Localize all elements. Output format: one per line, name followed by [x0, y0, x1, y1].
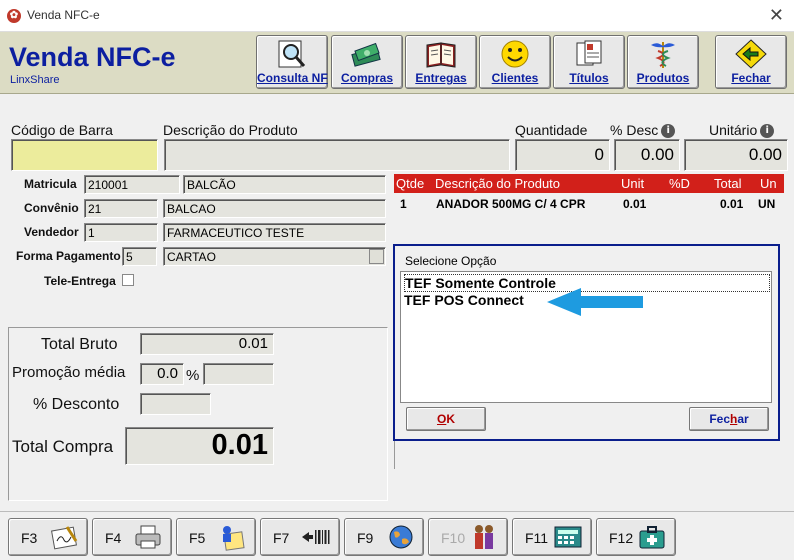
- app-subtitle: LinxShare: [10, 74, 60, 86]
- fechar-button[interactable]: Fechar: [715, 35, 787, 89]
- compras-button[interactable]: Compras: [331, 35, 403, 89]
- f12-button[interactable]: F12: [596, 518, 676, 556]
- vendedor-label: Vendedor: [24, 225, 79, 239]
- options-list[interactable]: TEF Somente Controle TEF POS Connect: [400, 271, 772, 403]
- pagamento-name-field: CARTAO: [163, 247, 386, 266]
- quantity-label: Quantidade: [515, 122, 588, 138]
- matricula-code-field[interactable]: 210001: [84, 175, 180, 194]
- pointer-arrow-icon: [547, 288, 643, 316]
- f5-button[interactable]: F5: [176, 518, 256, 556]
- first-aid-icon: [639, 526, 665, 549]
- col-desconto: %D: [669, 176, 690, 191]
- window-titlebar: ✿ Venda NFC-e ✕: [0, 0, 794, 32]
- matricula-label: Matricula: [24, 177, 77, 191]
- barcode-label: Código de Barra: [11, 122, 113, 138]
- smiley-icon: [501, 40, 529, 68]
- signature-icon: [51, 526, 78, 550]
- header-panel: Venda NFC-e LinxShare Consulta NF Compra…: [0, 32, 794, 94]
- discount-input[interactable]: 0.00: [614, 139, 680, 171]
- col-total: Total: [714, 176, 742, 191]
- app-icon: ✿: [7, 9, 21, 23]
- pagamento-lookup-button[interactable]: [369, 249, 384, 264]
- tele-entrega-label: Tele-Entrega: [44, 274, 116, 288]
- titulos-button[interactable]: Títulos: [553, 35, 625, 89]
- tele-entrega-checkbox[interactable]: [122, 274, 134, 286]
- documents-icon: [576, 40, 602, 66]
- close-icon[interactable]: ✕: [769, 5, 784, 26]
- total-compra-field: 0.01: [125, 427, 274, 465]
- app-title: Venda NFC-e: [9, 42, 176, 72]
- option-tef-pos-connect[interactable]: TEF POS Connect: [404, 292, 524, 308]
- f10-button[interactable]: F10: [428, 518, 508, 556]
- entregas-button[interactable]: Entregas: [405, 35, 477, 89]
- f11-button[interactable]: F11: [512, 518, 592, 556]
- forma-pagamento-label: Forma Pagamento: [16, 249, 121, 263]
- table-row[interactable]: 1 ANADOR 500MG C/ 4 CPR 0.01 0.01 UN: [394, 196, 784, 212]
- book-icon: [426, 42, 456, 68]
- grid-divider: [394, 441, 395, 469]
- printer-icon: [135, 525, 161, 549]
- unit-price-label: Unitário i: [709, 122, 775, 139]
- barcode-arrow-icon: [302, 530, 330, 544]
- f4-button[interactable]: F4: [92, 518, 172, 556]
- discount-label: % Desc i: [610, 122, 676, 139]
- col-un: Un: [760, 176, 777, 191]
- f9-button[interactable]: F9: [344, 518, 424, 556]
- description-input[interactable]: [164, 139, 510, 171]
- window-title: Venda NFC-e: [27, 8, 100, 22]
- promocao-label: Promoção média: [12, 364, 126, 381]
- f7-button[interactable]: F7: [260, 518, 340, 556]
- fechar-dialog-button[interactable]: Fechar: [689, 407, 769, 431]
- vendedor-name-field: FARMACEUTICO TESTE: [163, 223, 386, 242]
- select-option-dialog: Selecione Opção TEF Somente Controle TEF…: [393, 244, 780, 441]
- items-grid-header: Qtde Descrição do Produto Unit %D Total …: [394, 174, 784, 193]
- magnifier-icon: [278, 40, 306, 68]
- col-qtde: Qtde: [396, 176, 425, 191]
- person-notepad-icon: [223, 526, 245, 551]
- dialog-title: Selecione Opção: [405, 254, 497, 268]
- col-unit: Unit: [621, 176, 645, 191]
- people-icon: [475, 525, 493, 549]
- promocao-extra-field: [203, 363, 274, 385]
- col-descricao: Descrição do Produto: [435, 176, 561, 191]
- vendedor-code-field[interactable]: 1: [84, 223, 158, 242]
- pagamento-code-field[interactable]: 5: [122, 247, 157, 266]
- unit-price-input[interactable]: 0.00: [684, 139, 788, 171]
- desconto-label: % Desconto: [33, 396, 120, 413]
- desconto-field[interactable]: [140, 393, 211, 415]
- info-icon[interactable]: i: [661, 124, 676, 139]
- convenio-code-field[interactable]: 21: [84, 199, 158, 218]
- matricula-name-field: BALCÃO: [183, 175, 386, 194]
- calculator-icon: [554, 526, 582, 548]
- function-key-bar: F3 F4 F5 F7 F9 F10 F11 F12: [0, 511, 794, 560]
- description-label: Descrição do Produto: [163, 122, 298, 138]
- produtos-button[interactable]: Produtos: [627, 35, 699, 89]
- caduceus-icon: [651, 42, 675, 68]
- globe-icon: [389, 525, 413, 549]
- quantity-input[interactable]: 0: [515, 139, 610, 171]
- promocao-percent-sign: %: [186, 367, 200, 384]
- total-bruto-field: 0.01: [140, 333, 274, 355]
- barcode-input[interactable]: [11, 139, 158, 171]
- f3-button[interactable]: F3: [8, 518, 88, 556]
- ok-button[interactable]: OK: [406, 407, 486, 431]
- consulta-nf-button[interactable]: Consulta NF: [256, 35, 328, 89]
- promocao-field: 0.0: [140, 363, 184, 385]
- info-icon[interactable]: i: [760, 124, 775, 139]
- convenio-label: Convênio: [24, 201, 79, 215]
- convenio-name-field: BALCAO: [163, 199, 386, 218]
- exit-arrow-icon: [735, 39, 767, 69]
- total-bruto-label: Total Bruto: [41, 336, 118, 353]
- money-icon: [351, 42, 381, 67]
- total-compra-label: Total Compra: [12, 437, 114, 456]
- clientes-button[interactable]: Clientes: [479, 35, 551, 89]
